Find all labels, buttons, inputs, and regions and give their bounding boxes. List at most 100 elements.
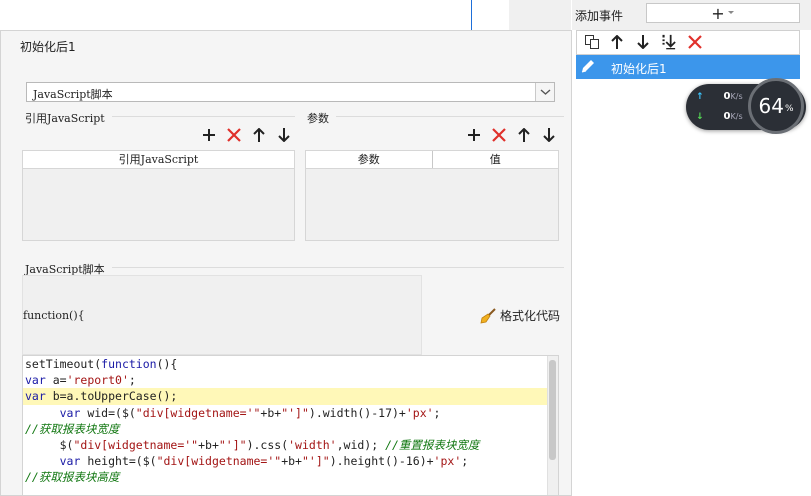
code-line[interactable]: var b=a.toUpperCase(); xyxy=(23,388,558,405)
delete-x-icon xyxy=(227,128,241,142)
code-token: +b+ xyxy=(260,405,282,420)
divider-line xyxy=(471,0,472,30)
section-divider xyxy=(112,267,564,268)
param-move-down-button[interactable] xyxy=(541,127,557,143)
add-event-button[interactable]: + xyxy=(646,3,800,23)
upload-value: 0 xyxy=(723,91,731,102)
code-token: ).css( xyxy=(246,437,289,452)
arrow-up-icon xyxy=(518,128,530,142)
chevron-down-icon xyxy=(540,89,551,95)
code-token: $( xyxy=(25,437,74,452)
param-move-up-button[interactable] xyxy=(516,127,532,143)
broom-icon xyxy=(480,307,496,324)
code-editor[interactable]: setTimeout(function(){var a='report0'; va… xyxy=(22,355,559,496)
param-add-button[interactable] xyxy=(466,127,482,143)
code-token: //获取报表块高度 xyxy=(25,470,120,485)
code-line[interactable]: //获取报表块高度 xyxy=(23,469,558,485)
event-list-item-label: 初始化后1 xyxy=(611,62,667,76)
event-list-item[interactable] xyxy=(576,55,800,79)
memory-usage-sign: % xyxy=(784,104,794,114)
param-section-title: 参数 xyxy=(307,112,329,125)
code-token: var xyxy=(59,454,81,469)
ref-move-down-button[interactable] xyxy=(276,127,292,143)
code-token: a= xyxy=(45,373,67,388)
pencil-icon xyxy=(580,58,596,76)
code-token: ; xyxy=(433,405,441,420)
upload-arrow-icon: ↑ xyxy=(696,91,704,102)
ref-js-grid[interactable]: 引用JavaScript xyxy=(22,150,295,241)
section-divider xyxy=(336,116,564,117)
ref-js-section-title: 引用JavaScript xyxy=(25,112,105,125)
code-line[interactable]: var a='report0'; xyxy=(23,372,558,388)
add-event-label: 添加事件 xyxy=(575,9,624,23)
code-token: var xyxy=(25,373,46,388)
memory-usage-value: 64 xyxy=(758,94,784,118)
param-delete-button[interactable] xyxy=(491,127,507,143)
arrow-up-icon xyxy=(253,128,265,142)
code-line[interactable]: //获取报表块宽度 xyxy=(23,421,558,437)
event-move-down-button[interactable] xyxy=(635,34,651,50)
code-token: 'px' xyxy=(433,454,462,469)
grid-column-header[interactable]: 值 xyxy=(433,151,559,168)
plus-icon xyxy=(203,129,215,141)
code-line[interactable]: var height=($("div[widgetname='"+b+"']")… xyxy=(23,453,558,469)
code-line[interactable]: setTimeout(function(){ xyxy=(23,356,558,372)
arrow-down-icon xyxy=(278,128,290,142)
code-token: "div[widgetname='" xyxy=(135,405,261,420)
format-code-button[interactable]: 格式化代码 xyxy=(480,307,560,324)
code-token: ).width()-17)+ xyxy=(308,405,406,420)
code-token: ,wid); xyxy=(336,437,386,452)
event-move-up-button[interactable] xyxy=(609,34,625,50)
code-token: //获取报表块宽度 xyxy=(25,421,120,436)
arrow-down-icon xyxy=(543,128,555,142)
arrow-up-icon xyxy=(611,35,623,49)
code-token: ; xyxy=(461,454,469,469)
format-code-label: 格式化代码 xyxy=(500,309,561,323)
code-line[interactable]: var wid=($("div[widgetname='"+b+"']").wi… xyxy=(23,405,558,421)
code-token: //重置报表块宽度 xyxy=(385,437,480,452)
dialog-title: 初始化后1 xyxy=(20,40,76,54)
code-token: "div[widgetname='" xyxy=(73,437,199,452)
code-token: (){ xyxy=(156,357,178,371)
arrow-down-icon xyxy=(637,35,649,49)
ref-move-up-button[interactable] xyxy=(251,127,267,143)
move-to-bottom-icon xyxy=(662,34,676,50)
ref-delete-button[interactable] xyxy=(226,127,242,143)
memory-usage-gauge[interactable]: 64% xyxy=(748,78,804,134)
copy-icon xyxy=(585,35,599,49)
select-dropdown-button[interactable] xyxy=(535,83,554,101)
code-token: var xyxy=(59,405,81,420)
code-token: var xyxy=(25,389,46,404)
event-delete-button[interactable] xyxy=(687,34,703,50)
param-grid-header: 参数 值 xyxy=(306,151,558,169)
copy-event-button[interactable] xyxy=(584,34,600,50)
plus-icon: + xyxy=(711,3,725,23)
code-scrollbar-thumb[interactable] xyxy=(549,360,556,460)
code-line[interactable]: $("div[widgetname='"+b+"']").css('width'… xyxy=(23,437,558,453)
code-token: b=a.toUpperCase(); xyxy=(45,389,178,404)
code-token: function xyxy=(101,357,157,371)
caret-down-icon xyxy=(727,11,734,14)
code-token: wid=($( xyxy=(80,405,136,420)
script-type-value: JavaScript脚本 xyxy=(33,88,113,101)
grid-column-header[interactable]: 引用JavaScript xyxy=(23,151,294,168)
background-area xyxy=(0,0,571,30)
code-token: +b+ xyxy=(198,437,219,452)
delete-x-icon xyxy=(492,128,506,142)
ref-js-grid-header: 引用JavaScript xyxy=(23,151,294,169)
background-column xyxy=(509,0,571,30)
code-token: setTimeout( xyxy=(25,357,102,371)
event-move-bottom-button[interactable] xyxy=(660,34,676,50)
download-value: 0 xyxy=(723,111,731,122)
param-grid[interactable]: 参数 值 xyxy=(305,150,559,241)
ref-add-button[interactable] xyxy=(201,127,217,143)
section-divider xyxy=(112,116,295,117)
grid-column-header[interactable]: 参数 xyxy=(306,151,433,168)
code-token: height=($( xyxy=(80,454,157,469)
code-token: ; xyxy=(128,373,136,388)
code-token: ).height()-16)+ xyxy=(329,454,434,469)
download-unit: K/s xyxy=(730,112,743,121)
function-header: function(){ xyxy=(23,309,85,322)
